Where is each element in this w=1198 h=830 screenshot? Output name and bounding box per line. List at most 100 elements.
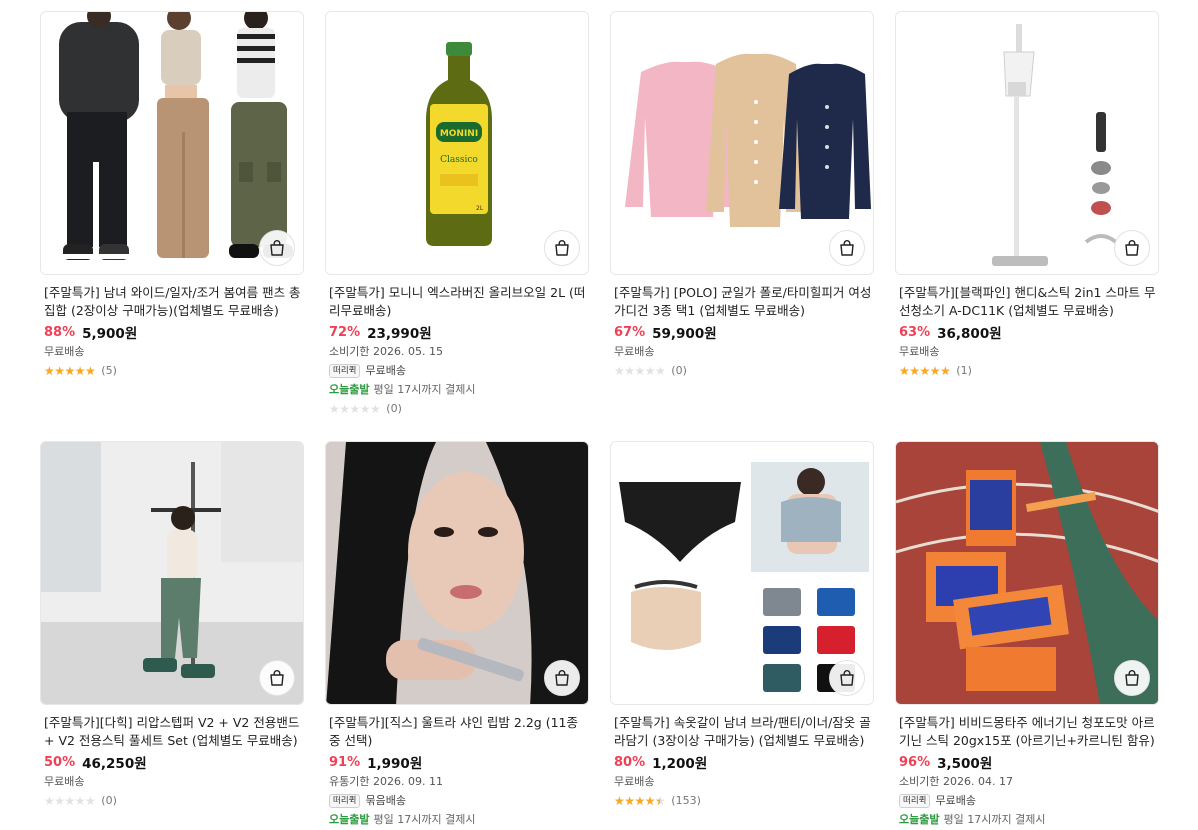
product-title[interactable]: [주말특가] 남녀 와이드/일자/조거 봄여름 팬츠 총집합 (2장이상 구매가… bbox=[44, 284, 302, 320]
product-image[interactable] bbox=[895, 11, 1159, 275]
product-image[interactable] bbox=[610, 441, 874, 705]
sale-price: 5,900원 bbox=[82, 326, 138, 342]
star-rating: ★★★★★★★★★★ bbox=[614, 793, 666, 808]
discount-rate: 80% bbox=[614, 754, 646, 770]
product-image[interactable]: MONINI Classico 2L bbox=[325, 11, 589, 275]
sale-price: 1,200원 bbox=[652, 756, 708, 772]
review-count: (0) bbox=[101, 794, 117, 807]
discount-rate: 72% bbox=[329, 324, 361, 340]
add-to-cart-button[interactable] bbox=[829, 660, 865, 696]
price-row: 67% 59,900원 bbox=[614, 322, 872, 343]
product-title[interactable]: [주말특가] 모니니 엑스라버진 올리브오일 2L (떠리무료배송) bbox=[329, 284, 587, 320]
price-row: 63% 36,800원 bbox=[899, 322, 1157, 343]
add-to-cart-button[interactable] bbox=[1114, 230, 1150, 266]
shipping-info: 무료배송 bbox=[365, 364, 406, 377]
discount-rate: 63% bbox=[899, 324, 931, 340]
quick-delivery-badge: 떠리퀵 bbox=[329, 793, 361, 808]
shipping-info: 무료배송 bbox=[44, 345, 85, 358]
shopping-bag-icon bbox=[555, 670, 569, 686]
product-info: [주말특가] 모니니 엑스라버진 올리브오일 2L (떠리무료배송) 72% 2… bbox=[329, 284, 587, 418]
discount-rate: 88% bbox=[44, 324, 76, 340]
product-image[interactable] bbox=[325, 441, 589, 705]
sale-price: 59,900원 bbox=[652, 326, 717, 342]
expiry-date: 소비기한 2026. 05. 15 bbox=[329, 345, 443, 358]
svg-text:Classico: Classico bbox=[440, 155, 478, 165]
product-title[interactable]: [주말특가] [POLO] 균일가 폴로/타미힐피거 여성 가디건 3종 택1 … bbox=[614, 284, 872, 320]
product-title[interactable]: [주말특가] 속옷갈이 남녀 브라/팬티/이너/잠옷 골라담기 (3장이상 구매… bbox=[614, 714, 872, 750]
shipping-info: 묶음배송 bbox=[365, 794, 406, 807]
shipping-info: 무료배송 bbox=[899, 345, 940, 358]
expiry-date: 소비기한 2026. 04. 17 bbox=[899, 775, 1013, 788]
same-day-shipping: 오늘출발 평일 17시까지 결제시 bbox=[329, 810, 587, 829]
shipping-info: 무료배송 bbox=[935, 794, 976, 807]
product-title[interactable]: [주말특가] 비비드몽타주 에너기닌 청포도맛 아르기닌 스틱 20gx15포 … bbox=[899, 714, 1157, 750]
star-rating: ★★★★★★★★★★ bbox=[899, 363, 951, 378]
discount-rate: 96% bbox=[899, 754, 931, 770]
discount-rate: 91% bbox=[329, 754, 361, 770]
price-row: 96% 3,500원 bbox=[899, 752, 1157, 773]
same-day-condition: 평일 17시까지 결제시 bbox=[373, 383, 476, 396]
shopping-bag-icon bbox=[840, 240, 854, 256]
shopping-bag-icon bbox=[270, 670, 284, 686]
discount-rate: 67% bbox=[614, 324, 646, 340]
same-day-label: 오늘출발 bbox=[899, 813, 940, 826]
product-image[interactable] bbox=[40, 441, 304, 705]
shipping-info: 무료배송 bbox=[614, 345, 655, 358]
review-count: (0) bbox=[671, 364, 687, 377]
price-row: 50% 46,250원 bbox=[44, 752, 302, 773]
same-day-condition: 평일 17시까지 결제시 bbox=[373, 813, 476, 826]
star-rating: ★★★★★★★★★★ bbox=[44, 363, 96, 378]
product-image[interactable] bbox=[610, 11, 874, 275]
star-rating: ★★★★★★★★★★ bbox=[44, 793, 96, 808]
product-title[interactable]: [주말특가][직스] 울트라 샤인 립밤 2.2g (11종 중 선택) bbox=[329, 714, 587, 750]
product-info: [주말특가][다힉] 리압스텝퍼 V2 + V2 전용밴드+ V2 전용스틱 풀… bbox=[44, 714, 302, 810]
same-day-label: 오늘출발 bbox=[329, 813, 370, 826]
delivery-badge-row: 떠리퀵 묶음배송 bbox=[329, 791, 587, 810]
price-row: 91% 1,990원 bbox=[329, 752, 587, 773]
delivery-badge-row: 떠리퀵 무료배송 bbox=[899, 791, 1157, 810]
shipping-info: 무료배송 bbox=[44, 775, 85, 788]
review-count: (5) bbox=[101, 364, 117, 377]
sale-price: 36,800원 bbox=[937, 326, 1002, 342]
shopping-bag-icon bbox=[270, 240, 284, 256]
sale-price: 3,500원 bbox=[937, 756, 993, 772]
quick-delivery-badge: 떠리퀵 bbox=[899, 793, 931, 808]
product-title[interactable]: [주말특가][다힉] 리압스텝퍼 V2 + V2 전용밴드+ V2 전용스틱 풀… bbox=[44, 714, 302, 750]
quick-delivery-badge: 떠리퀵 bbox=[329, 363, 361, 378]
rating-row: ★★★★★ ★★★★★ (5) bbox=[44, 361, 302, 380]
review-count: (0) bbox=[386, 402, 402, 415]
add-to-cart-button[interactable] bbox=[259, 230, 295, 266]
review-count: (1) bbox=[956, 364, 972, 377]
rating-row: ★★★★★★★★★★ (0) bbox=[329, 399, 587, 418]
price-row: 80% 1,200원 bbox=[614, 752, 872, 773]
add-to-cart-button[interactable] bbox=[544, 230, 580, 266]
same-day-shipping: 오늘출발 평일 17시까지 결제시 bbox=[899, 810, 1157, 829]
rating-row: ★★★★★ ★★★★★ (1) bbox=[899, 361, 1157, 380]
product-info: [주말특가] 속옷갈이 남녀 브라/팬티/이너/잠옷 골라담기 (3장이상 구매… bbox=[614, 714, 872, 810]
add-to-cart-button[interactable] bbox=[259, 660, 295, 696]
shopping-bag-icon bbox=[555, 240, 569, 256]
product-info: [주말특가] 비비드몽타주 에너기닌 청포도맛 아르기닌 스틱 20gx15포 … bbox=[899, 714, 1157, 829]
expiry-date: 유통기한 2026. 09. 11 bbox=[329, 775, 443, 788]
shopping-bag-icon bbox=[840, 670, 854, 686]
price-row: 88% 5,900원 bbox=[44, 322, 302, 343]
product-image[interactable] bbox=[895, 441, 1159, 705]
add-to-cart-button[interactable] bbox=[829, 230, 865, 266]
add-to-cart-button[interactable] bbox=[1114, 660, 1150, 696]
delivery-badge-row: 떠리퀵 무료배송 bbox=[329, 361, 587, 380]
svg-text:MONINI: MONINI bbox=[440, 129, 478, 139]
product-title[interactable]: [주말특가][블랙파인] 핸디&스틱 2in1 스마트 무선청소기 A-DC11… bbox=[899, 284, 1157, 320]
sale-price: 1,990원 bbox=[367, 756, 423, 772]
rating-row: ★★★★★★★★★★ (0) bbox=[44, 791, 302, 810]
shopping-bag-icon bbox=[1125, 670, 1139, 686]
sale-price: 23,990원 bbox=[367, 326, 432, 342]
discount-rate: 50% bbox=[44, 754, 76, 770]
review-count: (153) bbox=[671, 794, 701, 807]
same-day-label: 오늘출발 bbox=[329, 383, 370, 396]
product-image[interactable] bbox=[40, 11, 304, 275]
star-rating: ★★★★★★★★★★ bbox=[329, 401, 381, 416]
shopping-bag-icon bbox=[1125, 240, 1139, 256]
product-info: [주말특가] [POLO] 균일가 폴로/타미힐피거 여성 가디건 3종 택1 … bbox=[614, 284, 872, 380]
add-to-cart-button[interactable] bbox=[544, 660, 580, 696]
shipping-info: 무료배송 bbox=[614, 775, 655, 788]
